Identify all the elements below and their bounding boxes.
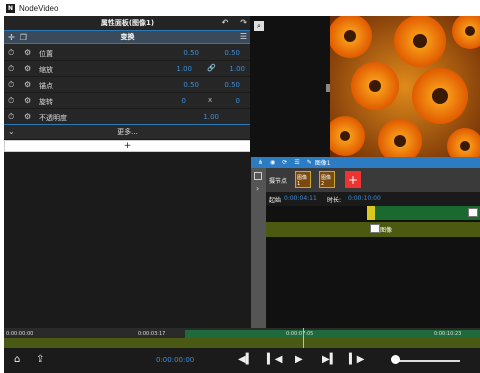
timeline-side-strip: ›: [251, 168, 266, 328]
panel-title: 属性面板(图像1): [100, 19, 155, 27]
playhead[interactable]: [303, 328, 304, 348]
property-name: 锚点: [39, 82, 53, 90]
panel-header: 属性面板(图像1) ↶ ↷: [4, 16, 251, 30]
move-icon[interactable]: ✛: [8, 33, 15, 42]
app-title: NodeVideo: [19, 3, 59, 13]
duration-label: 时长:: [327, 197, 342, 204]
property-value-y[interactable]: 0.50: [200, 81, 240, 89]
stopwatch-icon[interactable]: ⏱: [8, 96, 14, 106]
stopwatch-icon[interactable]: ⏱: [8, 64, 14, 74]
more-label: 更多...: [117, 128, 138, 136]
time-info-row: 起始 0:00:04:11 时长: 0:00:10:00: [266, 192, 480, 206]
transform-section-header[interactable]: ✛ ❐ 变换 ☰: [4, 30, 251, 44]
next-frame-icon[interactable]: ▶▍: [322, 354, 337, 365]
timeline-toolbar: ⋔ ◉ ⟳ ☰ ✎ 图像1: [251, 157, 480, 168]
timeline-ruler[interactable]: 0:00:00:00 0:00:03:17 0:00:07:05 0:00:10…: [4, 328, 480, 348]
property-value-turns[interactable]: 0: [146, 97, 186, 105]
track-label: 图像: [380, 227, 393, 234]
stopwatch-icon[interactable]: ⏱: [8, 80, 14, 90]
gear-icon[interactable]: ⚙: [24, 48, 31, 57]
node-thumbnail-2[interactable]: 图像2: [319, 171, 335, 188]
add-effect-button[interactable]: +: [4, 140, 251, 152]
current-time: 0:00:00:00: [156, 356, 195, 364]
property-name: 缩放: [39, 66, 53, 74]
copy-icon[interactable]: ❐: [20, 33, 27, 42]
property-row-anchor[interactable]: ⏱ ⚙ 锚点 0.50 0.50: [4, 77, 251, 93]
preview-viewport[interactable]: ⌕: [250, 16, 480, 158]
stopwatch-icon[interactable]: ⏱: [8, 48, 14, 58]
preview-image: [330, 16, 480, 158]
clip-in-handle[interactable]: [367, 206, 375, 220]
playback-controls: ⌂ ⇪ 0:00:00:00 ◀▍ ▍◀ ▶ ▶▍ ▍▶: [4, 348, 480, 373]
selected-layer-name: 图像1: [314, 160, 331, 167]
nodes-icon[interactable]: ⋔: [258, 159, 263, 166]
property-value-x[interactable]: 0.50: [159, 81, 199, 89]
refresh-icon[interactable]: ⟳: [282, 159, 287, 166]
property-value[interactable]: 1.00: [179, 113, 219, 121]
step-forward-icon[interactable]: ▍▶: [349, 354, 364, 365]
share-icon[interactable]: ⇪: [36, 354, 44, 365]
property-value-degrees[interactable]: 0: [200, 97, 240, 105]
image-icon: [468, 208, 478, 217]
image-icon: [370, 224, 380, 233]
redo-icon[interactable]: ↷: [240, 18, 247, 27]
nodes-label: 摄节点: [269, 178, 288, 185]
chevron-right-icon[interactable]: ›: [256, 184, 259, 193]
duration-time[interactable]: 0:00:10:00: [348, 195, 381, 202]
layers-icon[interactable]: [254, 172, 262, 180]
property-value-x[interactable]: 0.50: [159, 49, 199, 57]
edit-icon[interactable]: ✎: [307, 159, 312, 166]
property-row-scale[interactable]: ⏱ ⚙ 缩放 1.00 🔗 1.00: [4, 61, 251, 77]
property-row-opacity[interactable]: ⏱ ⚙ 不透明度 1.00: [4, 109, 251, 125]
properties-panel: 属性面板(图像1) ↶ ↷ ✛ ❐ 变换 ☰ ⏱ ⚙ 位置 0.50 0.50 …: [4, 16, 251, 152]
node-thumbnail-1[interactable]: 图像1: [295, 171, 311, 188]
chevron-down-icon: ⌄: [8, 127, 15, 136]
more-button[interactable]: ⌄ 更多...: [4, 124, 251, 139]
stopwatch-icon[interactable]: ⏱: [8, 112, 14, 122]
prev-frame-icon[interactable]: ▍◀: [267, 354, 282, 365]
start-time[interactable]: 0:00:04:11: [284, 195, 317, 202]
ruler-label: 0:00:07:05: [286, 331, 314, 337]
zoom-slider-knob[interactable]: [391, 355, 400, 364]
property-name: 旋转: [39, 98, 53, 106]
property-row-rotation[interactable]: ⏱ ⚙ 旋转 0 x 0: [4, 93, 251, 109]
app-logo-icon: N: [6, 3, 15, 13]
ruler-track: [4, 338, 480, 348]
undo-icon[interactable]: ↶: [222, 18, 229, 27]
clip-bar[interactable]: [367, 206, 480, 220]
timeline-main: 摄节点 图像1 图像2 + 起始 0:00:04:11 时长: 0:00:10:…: [266, 168, 480, 328]
start-label: 起始: [269, 197, 282, 204]
property-name: 不透明度: [39, 114, 67, 122]
zoom-slider-track[interactable]: [396, 360, 460, 362]
app-window: 属性面板(图像1) ↶ ↷ ✛ ❐ 变换 ☰ ⏱ ⚙ 位置 0.50 0.50 …: [4, 16, 480, 373]
property-value-y[interactable]: 0.50: [200, 49, 240, 57]
add-node-button[interactable]: +: [345, 171, 361, 188]
window-titlebar: N NodeVideo: [0, 0, 480, 16]
gear-icon[interactable]: ⚙: [24, 80, 31, 89]
property-value-y[interactable]: 1.00: [205, 65, 245, 73]
section-title: 变换: [120, 33, 135, 41]
property-name: 位置: [39, 50, 53, 58]
play-icon[interactable]: ▶: [295, 354, 303, 365]
ruler-label: 0:00:03:17: [138, 331, 166, 337]
image-track[interactable]: 图像: [266, 222, 480, 237]
gear-icon[interactable]: ⚙: [24, 96, 31, 105]
ruler-label: 0:00:00:00: [6, 331, 34, 337]
step-back-icon[interactable]: ◀▍: [238, 354, 253, 365]
eye-icon[interactable]: ◉: [270, 159, 275, 166]
plus-icon: +: [123, 141, 132, 151]
gear-icon[interactable]: ⚙: [24, 112, 31, 121]
zoom-icon[interactable]: ⌕: [254, 21, 264, 31]
ruler-label: 0:00:10:23: [434, 331, 462, 337]
menu-icon[interactable]: ☰: [294, 159, 299, 166]
home-icon[interactable]: ⌂: [14, 354, 20, 365]
gear-icon[interactable]: ⚙: [24, 64, 31, 73]
menu-icon[interactable]: ☰: [240, 32, 247, 41]
property-value-x[interactable]: 1.00: [152, 65, 192, 73]
nodes-row: 摄节点 图像1 图像2 +: [266, 168, 480, 192]
property-row-position[interactable]: ⏱ ⚙ 位置 0.50 0.50: [4, 45, 251, 61]
